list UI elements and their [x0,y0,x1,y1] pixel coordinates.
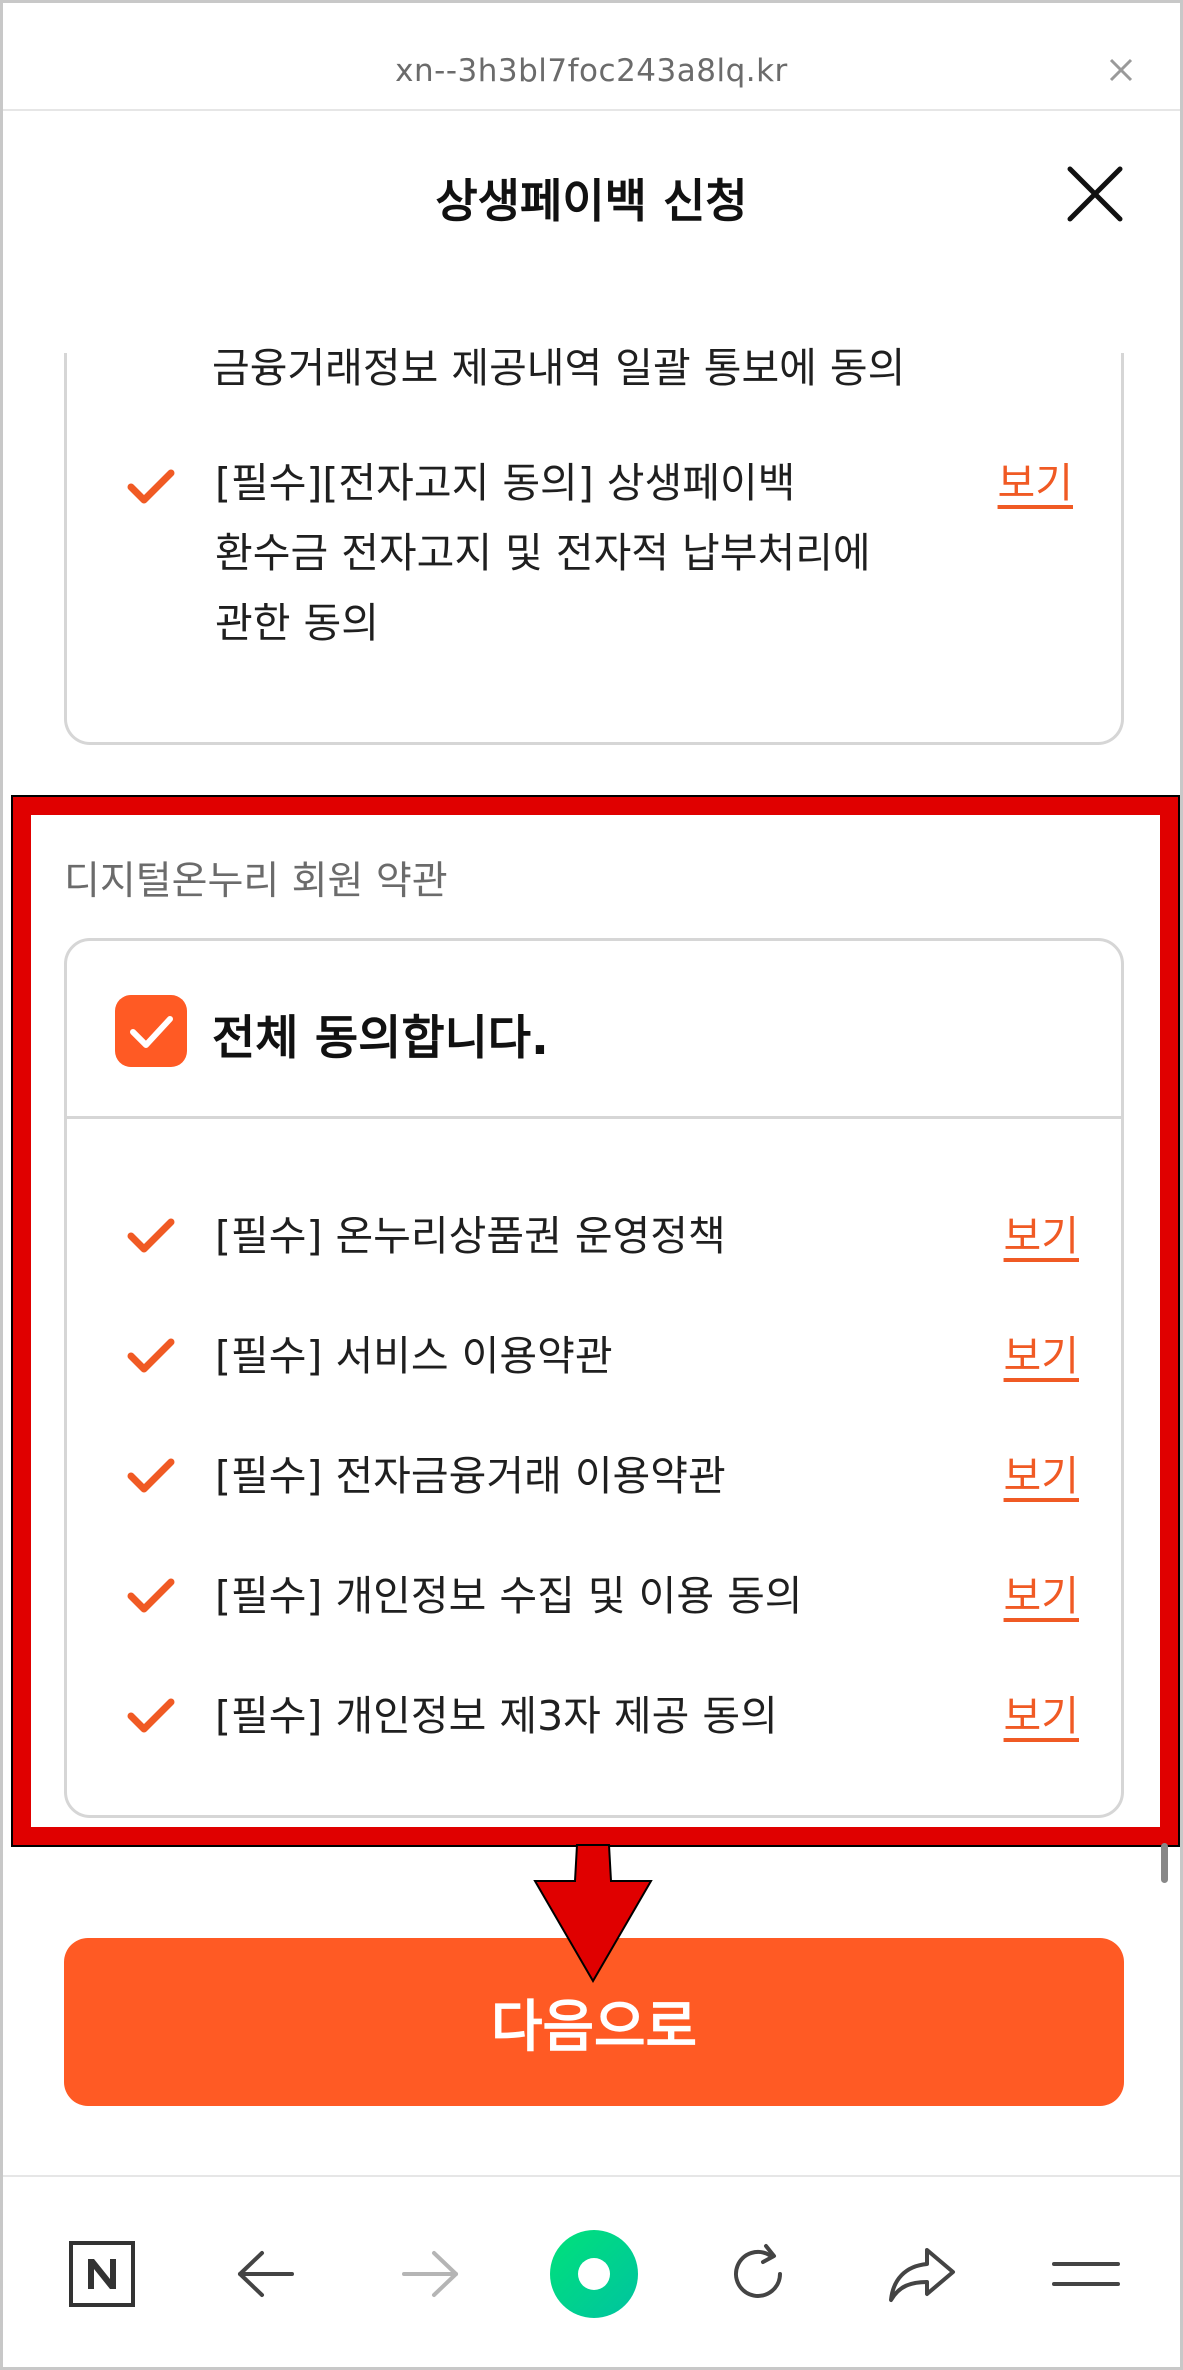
view-link[interactable]: 보기 [998,448,1073,518]
term-label: [필수] 개인정보 제3자 제공 동의 [215,1692,778,1740]
section-title: 디지털온누리 회원 약관 [64,859,448,904]
agree-all-label: 전체 동의합니다. [212,1011,549,1066]
check-icon[interactable] [127,1216,175,1256]
phone-screen: xn--3h3bl7foc243a8lq.kr 상생페이백 신청 금융거래정보 … [0,0,1183,2370]
check-icon[interactable] [127,1696,175,1736]
refresh-icon[interactable] [703,2219,813,2329]
check-icon[interactable] [127,467,175,507]
url-text[interactable]: xn--3h3bl7foc243a8lq.kr [3,53,1180,89]
view-link[interactable]: 보기 [1004,1441,1079,1511]
continued-term-text: 금융거래정보 제공내역 일괄 통보에 동의 [212,344,906,392]
down-arrow-icon [533,1844,653,1983]
share-icon[interactable] [867,2219,977,2329]
page-header: 상생페이백 신청 [3,113,1180,283]
back-arrow-icon[interactable] [211,2219,321,2329]
term-label: [필수] 전자금융거래 이용약관 [215,1452,726,1500]
browser-bottom-nav [3,2175,1180,2367]
check-icon[interactable] [127,1576,175,1616]
agree-all-row[interactable]: 전체 동의합니다. [67,941,1121,1119]
browser-url-bar: xn--3h3bl7foc243a8lq.kr [3,3,1180,111]
close-icon[interactable] [1108,57,1134,83]
previous-terms-card: 금융거래정보 제공내역 일괄 통보에 동의 [필수][전자고지 동의] 상생페이… [64,344,1124,745]
agree-all-checkbox[interactable] [115,995,187,1067]
scrollbar[interactable] [1161,1843,1168,1883]
term-label-line2: 환수금 전자고지 및 전자적 납부처리에 [215,529,871,577]
term-label: [필수] 온누리상품권 운영정책 [215,1212,726,1260]
view-link[interactable]: 보기 [1004,1561,1079,1631]
menu-icon[interactable] [1031,2219,1141,2329]
term-label-line3: 관한 동의 [215,599,379,647]
view-link[interactable]: 보기 [1004,1321,1079,1391]
close-icon[interactable] [1064,163,1126,225]
home-circle-icon[interactable] [539,2219,649,2329]
view-link[interactable]: 보기 [1004,1681,1079,1751]
page-title: 상생페이백 신청 [435,174,748,228]
forward-arrow-icon[interactable] [375,2219,485,2329]
term-label: [필수] 서비스 이용약관 [215,1332,613,1380]
naver-icon[interactable] [47,2219,157,2329]
check-icon[interactable] [127,1456,175,1496]
term-label: [필수] 개인정보 수집 및 이용 동의 [215,1572,803,1620]
view-link[interactable]: 보기 [1004,1201,1079,1271]
onnuri-terms-card: 전체 동의합니다. [필수] 온누리상품권 운영정책 보기 [필수] 서비스 이… [64,938,1124,1818]
term-label-line1: [필수][전자고지 동의] 상생페이백 [215,459,796,507]
check-icon[interactable] [127,1336,175,1376]
checkmark-icon [130,1016,173,1048]
